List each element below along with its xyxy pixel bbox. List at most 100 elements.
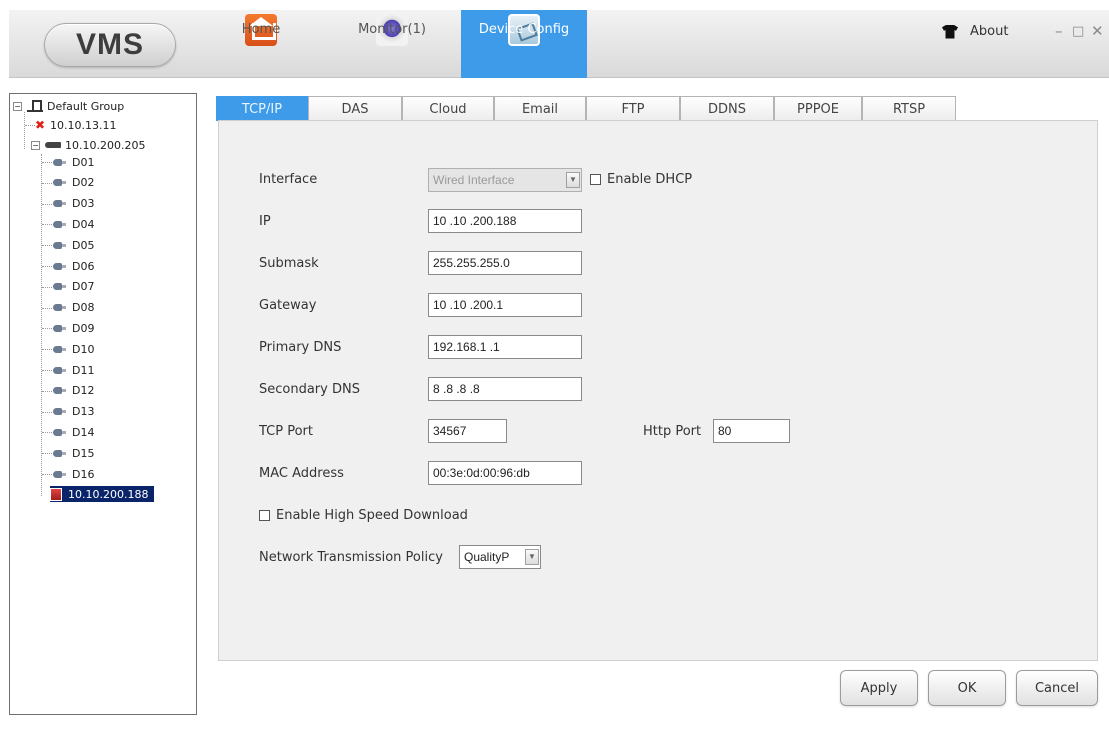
camera-icon (53, 220, 67, 228)
tab-rtsp[interactable]: RTSP (862, 96, 956, 121)
maximize-button[interactable]: □ (1072, 24, 1084, 39)
secondary-dns-field[interactable]: 8 .8 .8 .8 (428, 377, 582, 401)
high-speed-download-label: Enable High Speed Download (276, 508, 468, 523)
high-speed-download-checkbox[interactable]: Enable High Speed Download (259, 508, 468, 523)
tree-channel[interactable]: D03 (53, 196, 94, 212)
tree-channel[interactable]: D15 (53, 445, 94, 461)
camera-icon (53, 158, 67, 166)
nav-device-config[interactable]: Device Config (461, 10, 587, 78)
submask-field[interactable]: 255.255.255.0 (428, 251, 582, 275)
tree-group[interactable]: − Default Group (13, 98, 124, 114)
http-port-field[interactable]: 80 (713, 419, 790, 443)
tcp-port-field[interactable]: 34567 (428, 419, 507, 443)
tcp-port-value: 34567 (433, 424, 467, 438)
tree-channel[interactable]: D10 (53, 341, 94, 357)
tree-channel-label: D04 (72, 217, 95, 231)
tree-channel[interactable]: D12 (53, 383, 94, 399)
ok-button[interactable]: OK (928, 670, 1006, 706)
tab-tcp-ip[interactable]: TCP/IP (216, 96, 308, 121)
interface-value: Wired Interface (433, 173, 515, 187)
tree-channel[interactable]: D11 (53, 362, 94, 378)
chevron-down-icon: ▼ (566, 172, 580, 188)
tree-channel-label: D09 (72, 321, 95, 335)
tree-channel-label: D15 (72, 446, 95, 460)
http-port-value: 80 (718, 424, 732, 438)
tab-ddns[interactable]: DDNS (680, 96, 774, 121)
tab-das[interactable]: DAS (308, 96, 402, 121)
apply-button[interactable]: Apply (840, 670, 918, 706)
camera-icon (53, 428, 67, 436)
tree-device-dvr[interactable]: − 10.10.200.205 (13, 137, 145, 153)
camera-icon (53, 345, 67, 353)
collapse-icon[interactable]: − (31, 140, 40, 150)
camera-icon (53, 324, 67, 332)
secondary-dns-label: Secondary DNS (259, 382, 360, 397)
enable-dhcp-checkbox[interactable]: Enable DHCP (590, 172, 692, 187)
camera-icon (53, 366, 67, 374)
checkbox-box (259, 510, 270, 521)
primary-dns-value: 192.168.1 .1 (433, 340, 500, 354)
tab-pppoe[interactable]: PPPOE (774, 96, 862, 121)
tree-channel[interactable]: D06 (53, 258, 94, 274)
tree-connector (42, 432, 52, 434)
gateway-value: 10 .10 .200.1 (433, 298, 504, 312)
tree-channel-label: D02 (72, 176, 95, 190)
tree-channel-label: D14 (72, 425, 95, 439)
tree-connector (42, 224, 52, 226)
tree-connector (42, 203, 52, 205)
tab-ftp[interactable]: FTP (586, 96, 680, 121)
camera-icon (53, 408, 67, 416)
vms-logo: VMS (44, 23, 176, 67)
tcp-port-label: TCP Port (259, 424, 313, 439)
tree-channel[interactable]: D08 (53, 300, 94, 316)
policy-select[interactable]: QualityP ▼ (459, 545, 541, 569)
tree-device-offline[interactable]: ✖ 10.10.13.11 (35, 117, 116, 133)
primary-dns-field[interactable]: 192.168.1 .1 (428, 335, 582, 359)
submask-label: Submask (259, 256, 319, 271)
camera-icon (53, 262, 67, 270)
mac-address-field[interactable]: 00:3e:0d:00:96:db (428, 461, 582, 485)
ip-label: IP (259, 214, 271, 229)
tree-channel[interactable]: D05 (53, 237, 94, 253)
tree-channel[interactable]: D14 (53, 424, 94, 440)
about-button[interactable]: About (942, 24, 1008, 39)
tree-connector (42, 390, 52, 392)
camera-icon (53, 470, 67, 478)
tree-channel-label: D07 (72, 280, 95, 294)
enable-dhcp-label: Enable DHCP (607, 172, 693, 187)
nav-home[interactable]: Home (231, 10, 291, 78)
tree-channel[interactable]: D02 (53, 175, 94, 191)
about-label: About (970, 24, 1009, 39)
camera-icon (53, 179, 67, 187)
nav-device-config-label: Device Config (478, 22, 570, 37)
gateway-field[interactable]: 10 .10 .200.1 (428, 293, 582, 317)
cancel-button[interactable]: Cancel (1016, 670, 1098, 706)
collapse-icon[interactable]: − (13, 101, 22, 111)
tree-channel-label: D05 (72, 238, 95, 252)
tree-channel[interactable]: D13 (53, 404, 94, 420)
tree-channel[interactable]: D01 (53, 154, 94, 170)
interface-select[interactable]: Wired Interface ▼ (428, 168, 582, 192)
ip-field[interactable]: 10 .10 .200.188 (428, 209, 582, 233)
tree-channel[interactable]: D04 (53, 216, 94, 232)
tree-channel-label: D10 (72, 342, 95, 356)
top-toolbar: VMS Home Monitor(1) Device Config (9, 10, 1109, 78)
tree-channel[interactable]: D16 (53, 466, 94, 482)
nav-monitor[interactable]: Monitor(1) (347, 10, 437, 78)
tab-email[interactable]: Email (494, 96, 586, 121)
mac-address-label: MAC Address (259, 466, 344, 481)
minimize-button[interactable]: – (1055, 22, 1063, 40)
tree-channel[interactable]: D07 (53, 279, 94, 295)
close-button[interactable]: ✕ (1091, 22, 1104, 40)
device-icon (50, 487, 62, 501)
tree-channel[interactable]: D09 (53, 320, 94, 336)
tree-device-selected[interactable]: 10.10.200.188 (50, 486, 155, 502)
tree-channel-label: D16 (72, 467, 95, 481)
tree-connector (42, 182, 52, 184)
tree-connector (42, 245, 52, 247)
tab-cloud[interactable]: Cloud (402, 96, 494, 121)
nav-home-label: Home (241, 22, 281, 37)
tree-connector (42, 453, 52, 455)
nav-monitor-label: Monitor(1) (358, 22, 426, 37)
device-tree[interactable]: − Default Group ✖ 10.10.13.11 − 10.10.20… (9, 93, 197, 715)
